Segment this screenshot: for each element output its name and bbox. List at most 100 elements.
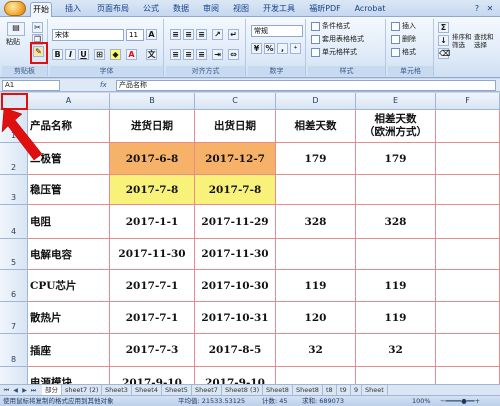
table-cell[interactable]: 2017-7-1: [110, 270, 195, 302]
table-cell[interactable]: 2017-11-29: [195, 205, 276, 239]
cell-styles-button[interactable]: 单元格样式: [311, 47, 357, 59]
table-cell[interactable]: 2017-6-8: [110, 143, 195, 175]
increase-decimal-icon[interactable]: ⁺: [290, 43, 301, 54]
tab-acrobat[interactable]: Acrobat: [352, 2, 388, 17]
table-cell[interactable]: 2017-10-31: [195, 302, 276, 334]
sheet-tab[interactable]: t8: [323, 385, 337, 395]
tab-home[interactable]: 开始: [30, 2, 52, 17]
align-top-icon[interactable]: ≡: [170, 29, 181, 40]
table-cell[interactable]: 稳压管: [28, 175, 110, 205]
table-cell[interactable]: [436, 270, 500, 302]
tab-developer[interactable]: 开发工具: [260, 2, 298, 17]
table-cell[interactable]: 2017-11-30: [195, 239, 276, 270]
row-header-9[interactable]: 9: [0, 367, 28, 384]
sheet-tab[interactable]: 部分: [42, 385, 62, 395]
table-cell[interactable]: 2017-8-5: [195, 334, 276, 367]
column-header-e[interactable]: E: [356, 93, 436, 110]
table-cell[interactable]: 2017-7-8: [195, 175, 276, 205]
ribbon-close-icon[interactable]: ✕: [484, 2, 496, 17]
table-cell[interactable]: [436, 302, 500, 334]
paste-icon[interactable]: ▤: [7, 22, 25, 36]
sheet-tab[interactable]: Sheet4: [132, 385, 162, 395]
table-cell[interactable]: [436, 143, 500, 175]
align-middle-icon[interactable]: ≡: [183, 29, 194, 40]
format-cells-button[interactable]: 格式: [391, 47, 416, 59]
table-format-button[interactable]: 套用表格格式: [311, 34, 364, 46]
zoom-level[interactable]: 100%: [412, 396, 431, 406]
prev-sheet-icon[interactable]: ◀: [11, 386, 20, 395]
tab-review[interactable]: 审阅: [200, 2, 222, 17]
conditional-format-button[interactable]: 条件格式: [311, 21, 350, 33]
table-cell[interactable]: 电源模块: [28, 367, 110, 384]
table-cell[interactable]: 32: [356, 334, 436, 367]
font-color-button[interactable]: A: [126, 49, 137, 60]
name-box[interactable]: A1: [2, 80, 60, 91]
table-cell[interactable]: 散热片: [28, 302, 110, 334]
table-cell[interactable]: 120: [276, 302, 356, 334]
table-cell[interactable]: [356, 175, 436, 205]
sheet-tab[interactable]: Sheet: [362, 385, 388, 395]
table-cell[interactable]: 电阻: [28, 205, 110, 239]
align-left-icon[interactable]: ≡: [170, 49, 181, 60]
table-cell[interactable]: 2017-1-1: [110, 205, 195, 239]
border-icon[interactable]: ⊞: [94, 49, 105, 60]
table-cell[interactable]: 电解电容: [28, 239, 110, 270]
wrap-text-icon[interactable]: ↵: [228, 29, 239, 40]
table-cell[interactable]: 插座: [28, 334, 110, 367]
table-cell[interactable]: [276, 175, 356, 205]
orientation-icon[interactable]: ↗: [212, 29, 223, 40]
table-cell[interactable]: 2017-9-10: [195, 367, 276, 384]
grow-font-icon[interactable]: A: [146, 29, 157, 40]
first-sheet-icon[interactable]: ⏮: [2, 386, 11, 395]
column-header-f[interactable]: F: [436, 93, 500, 110]
table-header-cell[interactable]: 出货日期: [195, 110, 276, 143]
paste-button[interactable]: 粘贴: [6, 37, 20, 49]
tab-view[interactable]: 视图: [230, 2, 252, 17]
help-icon[interactable]: ?: [472, 2, 482, 17]
table-cell[interactable]: 2017-10-30: [195, 270, 276, 302]
table-cell[interactable]: [436, 175, 500, 205]
table-cell[interactable]: [276, 239, 356, 270]
table-cell[interactable]: [276, 367, 356, 384]
insert-cells-button[interactable]: 插入: [391, 21, 416, 33]
sheet-tab[interactable]: Sheet8: [293, 385, 323, 395]
table-cell[interactable]: 179: [356, 143, 436, 175]
align-center-icon[interactable]: ≡: [183, 49, 194, 60]
sheet-tab[interactable]: Sheet5: [162, 385, 192, 395]
number-format-select[interactable]: 常规: [251, 25, 303, 37]
table-cell[interactable]: 179: [276, 143, 356, 175]
row-header-6[interactable]: 6: [0, 270, 28, 302]
clear-icon[interactable]: ⌫: [438, 48, 450, 59]
font-size-select[interactable]: 11: [126, 29, 144, 41]
align-bottom-icon[interactable]: ≡: [196, 29, 207, 40]
column-header-c[interactable]: C: [195, 93, 276, 110]
table-cell[interactable]: 32: [276, 334, 356, 367]
indent-icon[interactable]: ⇥: [212, 49, 223, 60]
bold-button[interactable]: B: [52, 49, 63, 60]
table-cell[interactable]: 2017-7-1: [110, 302, 195, 334]
sheet-tab[interactable]: sheet7 (2): [62, 385, 103, 395]
autosum-button[interactable]: Σ: [438, 22, 449, 33]
table-cell[interactable]: [436, 239, 500, 270]
sheet-tab[interactable]: t9: [337, 385, 351, 395]
row-header-7[interactable]: 7: [0, 302, 28, 334]
table-cell[interactable]: [356, 239, 436, 270]
table-cell[interactable]: 2017-7-8: [110, 175, 195, 205]
fx-icon[interactable]: fx: [100, 80, 114, 91]
row-header-3[interactable]: 3: [0, 175, 28, 205]
formula-input[interactable]: 产品名称: [116, 80, 496, 91]
italic-button[interactable]: I: [65, 49, 76, 60]
table-cell[interactable]: 2017-12-7: [195, 143, 276, 175]
table-cell[interactable]: 328: [356, 205, 436, 239]
currency-icon[interactable]: ¥: [251, 43, 262, 54]
sheet-tab[interactable]: Sheet8 (3): [222, 385, 264, 395]
row-header-5[interactable]: 5: [0, 239, 28, 270]
table-header-cell[interactable]: 进货日期: [110, 110, 195, 143]
row-header-4[interactable]: 4: [0, 205, 28, 239]
fill-color-icon[interactable]: ◆: [110, 49, 121, 60]
table-cell[interactable]: [436, 367, 500, 384]
tab-formulas[interactable]: 公式: [140, 2, 162, 17]
table-cell[interactable]: 2017-9-10: [110, 367, 195, 384]
fill-icon[interactable]: ↓: [438, 35, 449, 46]
tab-page-layout[interactable]: 页面布局: [94, 2, 132, 17]
